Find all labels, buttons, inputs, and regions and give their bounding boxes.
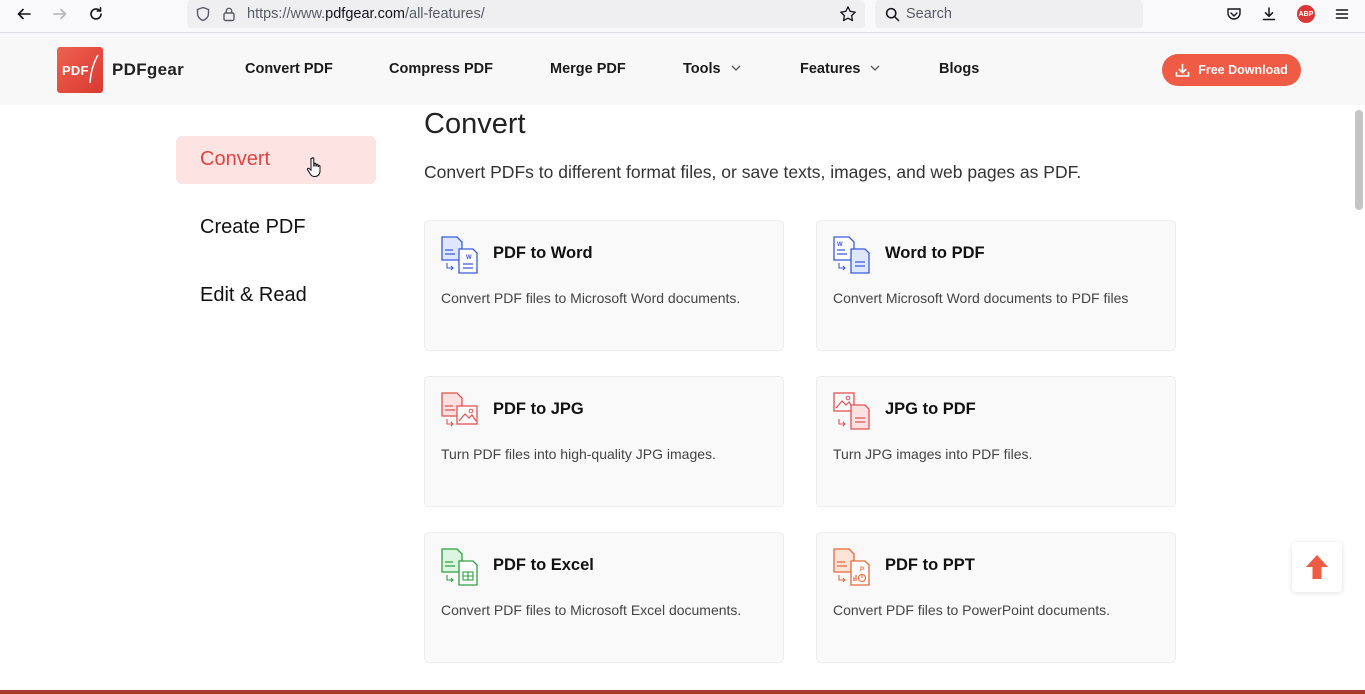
card-description: Convert PDF files to PowerPoint document… xyxy=(833,602,1111,618)
card-pdf-to-jpg[interactable]: PDF to JPG Turn PDF files into high-qual… xyxy=(424,376,784,507)
pdf-to-jpg-icon xyxy=(441,392,478,427)
menu-icon[interactable] xyxy=(1331,0,1353,28)
back-arrow-icon[interactable] xyxy=(12,0,36,28)
nav-compress-pdf[interactable]: Compress PDF xyxy=(389,61,493,77)
card-title: PDF to Excel xyxy=(493,556,594,574)
card-pdf-to-excel[interactable]: PDF to Excel Convert PDF files to Micros… xyxy=(424,532,784,663)
card-title: JPG to PDF xyxy=(885,400,976,418)
card-title: PDF to Word xyxy=(493,244,593,262)
site-header: PDF PDFgear Convert PDF Compress PDF Mer… xyxy=(0,33,1365,105)
nav-tools[interactable]: Tools xyxy=(683,61,741,77)
card-description: Convert PDF files to Microsoft Word docu… xyxy=(441,290,741,306)
adblock-label: ABP xyxy=(1297,5,1315,23)
shield-icon[interactable] xyxy=(193,0,213,28)
logo-mark: PDF xyxy=(62,62,89,78)
download-icon xyxy=(1175,63,1190,77)
nav-features[interactable]: Features xyxy=(800,61,880,77)
page-bottom-edge xyxy=(0,690,1365,694)
url-text[interactable]: https://www.pdfgear.com/all-features/ xyxy=(247,6,485,22)
chevron-down-icon xyxy=(870,65,880,71)
free-download-label: Free Download xyxy=(1198,63,1288,77)
bookmark-star-icon[interactable] xyxy=(837,0,859,28)
jpg-to-pdf-icon xyxy=(833,392,870,430)
forward-arrow-icon[interactable] xyxy=(48,0,72,28)
downloads-icon[interactable] xyxy=(1258,0,1280,28)
browser-toolbar: https://www.pdfgear.com/all-features/ Se… xyxy=(0,0,1365,33)
chevron-down-icon xyxy=(731,65,741,71)
pdfgear-logo[interactable]: PDF xyxy=(57,47,103,93)
card-pdf-to-ppt[interactable]: P PDF to PPT Convert PDF files to PowerP… xyxy=(816,532,1176,663)
adblock-icon[interactable]: ABP xyxy=(1295,0,1317,28)
pdf-to-ppt-icon: P xyxy=(833,548,870,586)
page-scrollbar[interactable] xyxy=(1355,110,1363,210)
svg-text:W: W xyxy=(466,255,472,261)
svg-text:P: P xyxy=(860,567,864,573)
card-jpg-to-pdf[interactable]: JPG to PDF Turn JPG images into PDF file… xyxy=(816,376,1176,507)
reload-icon[interactable] xyxy=(84,0,108,28)
browser-search-box[interactable]: Search xyxy=(875,0,1143,28)
free-download-button[interactable]: Free Download xyxy=(1162,54,1301,86)
page-title: Convert xyxy=(424,108,526,140)
pen-icon xyxy=(88,54,99,84)
scroll-to-top-button[interactable] xyxy=(1292,542,1342,592)
card-description: Convert PDF files to Microsoft Excel doc… xyxy=(441,602,742,618)
nav-merge-pdf[interactable]: Merge PDF xyxy=(550,61,626,77)
card-description: Turn JPG images into PDF files. xyxy=(833,446,1033,462)
card-title: PDF to JPG xyxy=(493,400,584,418)
card-description: Turn PDF files into high-quality JPG ima… xyxy=(441,446,716,462)
card-word-to-pdf[interactable]: W Word to PDF Convert Microsoft Word doc… xyxy=(816,220,1176,351)
lock-icon[interactable] xyxy=(219,0,239,28)
search-icon xyxy=(883,0,901,28)
card-pdf-to-word[interactable]: W PDF to Word Convert PDF files to Micro… xyxy=(424,220,784,351)
nav-convert-pdf[interactable]: Convert PDF xyxy=(245,61,333,77)
pdf-to-word-icon: W xyxy=(441,236,478,274)
sidebar-item-convert[interactable]: Convert xyxy=(176,136,376,184)
arrow-up-icon xyxy=(1306,555,1328,579)
browser-search-placeholder: Search xyxy=(906,6,952,22)
sidebar-item-edit-read[interactable]: Edit & Read xyxy=(176,272,376,320)
address-bar[interactable]: https://www.pdfgear.com/all-features/ xyxy=(187,0,865,28)
card-title: Word to PDF xyxy=(885,244,985,262)
card-description: Convert Microsoft Word documents to PDF … xyxy=(833,290,1129,306)
svg-text:W: W xyxy=(837,242,843,248)
pocket-icon[interactable] xyxy=(1223,0,1245,28)
nav-blogs[interactable]: Blogs xyxy=(939,61,979,77)
card-title: PDF to PPT xyxy=(885,556,975,574)
word-to-pdf-icon: W xyxy=(833,236,870,274)
logo-name[interactable]: PDFgear xyxy=(112,60,184,80)
sidebar-item-create-pdf[interactable]: Create PDF xyxy=(176,204,376,252)
hand-cursor-icon xyxy=(306,157,321,177)
pdf-to-excel-icon xyxy=(441,548,478,586)
page-subtitle: Convert PDFs to different format files, … xyxy=(424,162,1082,182)
